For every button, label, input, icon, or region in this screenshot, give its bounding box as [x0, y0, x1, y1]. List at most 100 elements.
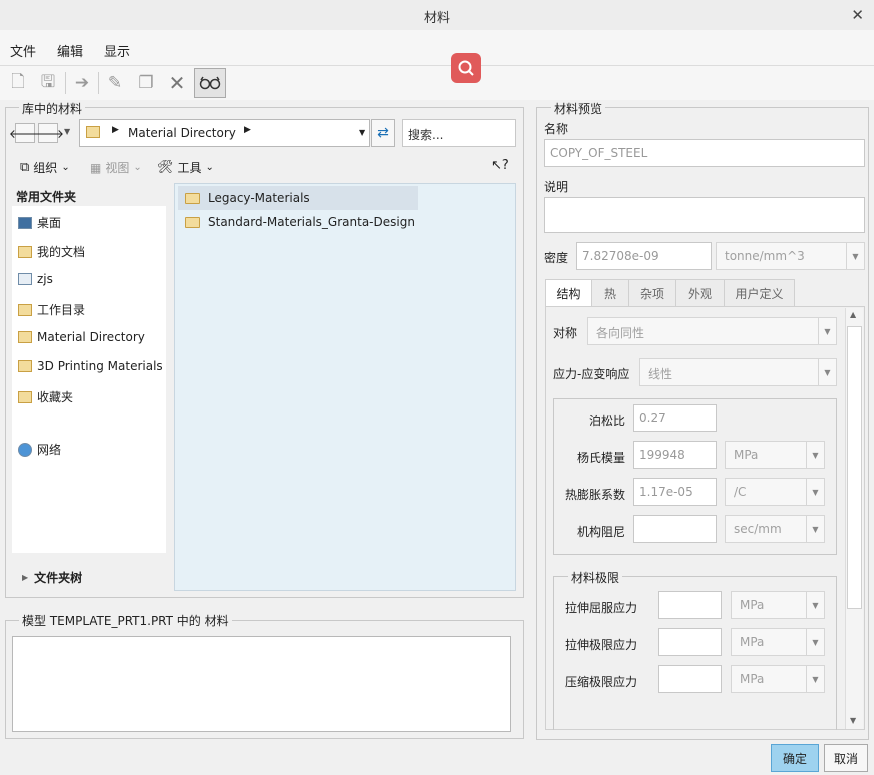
compressive-ultimate-unit: MPa	[740, 672, 765, 686]
search-icon[interactable]	[451, 53, 481, 83]
density-unit: tonne/mm^3	[725, 249, 805, 263]
tools-label: 工具	[177, 161, 202, 175]
tensile-ultimate-unit: MPa	[740, 635, 765, 649]
damping-unit-select[interactable]: sec/mm ▼	[725, 515, 825, 543]
history-dropdown-icon[interactable]: ▼	[64, 127, 70, 136]
file-list: Legacy-Materials Standard-Materials_Gran…	[174, 183, 516, 591]
description-field[interactable]	[544, 197, 865, 233]
sidebar-item-documents[interactable]: 我的文档	[18, 243, 85, 260]
tensile-ultimate-field[interactable]	[658, 628, 722, 656]
favorites-icon	[18, 390, 32, 403]
folder-icon	[185, 216, 200, 228]
sidebar-item-desktop[interactable]: 桌面	[18, 214, 61, 231]
sidebar-list: 桌面 我的文档 zjs 工作目录 Material Directory 3D P…	[12, 206, 166, 553]
cancel-button[interactable]: 取消	[824, 744, 868, 772]
tab-structural[interactable]: 结构	[545, 279, 592, 307]
folder-tree-toggle[interactable]: ▶ 文件夹树	[22, 569, 82, 586]
tab-misc[interactable]: 杂项	[628, 279, 676, 307]
file-row[interactable]: Standard-Materials_Granta-Design	[178, 210, 478, 234]
sidebar-item-network[interactable]: 网络	[18, 441, 61, 458]
tab-appearance[interactable]: 外观	[675, 279, 725, 307]
tab-thermal[interactable]: 热	[591, 279, 629, 307]
sidebar-item-workdir[interactable]: 工作目录	[18, 301, 85, 318]
menu-edit[interactable]: 编辑	[57, 41, 83, 60]
tab-user-defined[interactable]: 用户定义	[724, 279, 795, 307]
network-globe-icon	[18, 442, 32, 457]
sidebar-item-favorites[interactable]: 收藏夹	[18, 388, 73, 405]
scrollbar-thumb[interactable]	[847, 326, 862, 609]
delete-icon[interactable]: ✕	[163, 69, 191, 97]
close-icon[interactable]: ✕	[851, 6, 864, 24]
organize-label: 组织	[33, 161, 58, 175]
stress-strain-select[interactable]: 线性 ▼	[639, 358, 837, 386]
tensile-yield-unit-select[interactable]: MPa ▼	[731, 591, 825, 619]
sidebar-item-label: zjs	[37, 272, 53, 286]
description-label: 说明	[544, 180, 569, 194]
thermal-expansion-field[interactable]: 1.17e-05	[633, 478, 717, 506]
toolbar: 🗋 🖫 ➔ ✎ ❐ ✕	[0, 66, 874, 100]
file-name: Legacy-Materials	[208, 191, 310, 205]
tensile-ultimate-label: 拉伸极限应力	[565, 638, 638, 652]
menu-bar: 文件 编辑 显示	[0, 30, 874, 66]
damping-field[interactable]	[633, 515, 717, 543]
preview-glasses-icon[interactable]	[194, 68, 226, 98]
chevron-down-icon: ▼	[806, 592, 824, 618]
folder-location-icon	[86, 126, 100, 141]
density-value: 7.82708e-09	[582, 249, 659, 263]
file-row[interactable]: Legacy-Materials	[178, 186, 418, 210]
tools-button[interactable]: 🛠 工具 ⌄	[157, 159, 214, 176]
density-field[interactable]: 7.82708e-09	[576, 242, 712, 270]
library-group-title: 库中的材料	[19, 100, 86, 117]
sidebar-item-3d-printing[interactable]: 3D Printing Materials	[18, 359, 163, 373]
chevron-down-icon: ⌄	[61, 162, 70, 173]
chevron-down-icon: ▼	[806, 666, 824, 692]
toolbar-separator	[65, 72, 66, 94]
path-segment[interactable]: Material Directory	[128, 126, 236, 140]
save-icon[interactable]: 🖫	[34, 69, 62, 97]
tensile-yield-field[interactable]	[658, 591, 722, 619]
menu-file[interactable]: 文件	[10, 41, 36, 60]
panel-scrollbar[interactable]: ▲ ▼	[845, 308, 863, 729]
forward-icon[interactable]: 🡒	[32, 123, 64, 143]
thermal-expansion-value: 1.17e-05	[639, 485, 693, 499]
edit-pencil-icon[interactable]: ✎	[101, 69, 129, 97]
new-icon[interactable]: 🗋	[4, 69, 32, 97]
refresh-icon[interactable]: ⇄	[371, 119, 395, 147]
chevron-right-icon: ▶	[112, 125, 119, 135]
tensile-ultimate-unit-select[interactable]: MPa ▼	[731, 628, 825, 656]
view-button[interactable]: ▦ 视图 ⌄	[90, 159, 142, 176]
compressive-ultimate-field[interactable]	[658, 665, 722, 693]
help-cursor-icon[interactable]: ↖?	[491, 158, 509, 173]
poisson-field[interactable]: 0.27	[633, 404, 717, 432]
file-name: Standard-Materials_Granta-Design	[208, 215, 415, 229]
search-input[interactable]: 搜索...	[402, 119, 516, 147]
young-modulus-unit-select[interactable]: MPa ▼	[725, 441, 825, 469]
toolbar-separator	[98, 72, 99, 94]
compressive-ultimate-unit-select[interactable]: MPa ▼	[731, 665, 825, 693]
documents-icon	[18, 245, 32, 258]
expand-triangle-icon: ▶	[22, 573, 29, 582]
young-modulus-field[interactable]: 199948	[633, 441, 717, 469]
compressive-ultimate-label: 压缩极限应力	[565, 675, 638, 689]
path-dropdown-icon[interactable]: ▼	[359, 128, 365, 137]
arrow-right-icon[interactable]: ➔	[68, 69, 96, 97]
sidebar-item-zjs[interactable]: zjs	[18, 272, 53, 286]
name-field[interactable]: COPY_OF_STEEL	[544, 139, 865, 167]
scroll-up-icon[interactable]: ▲	[850, 310, 856, 319]
ok-button[interactable]: 确定	[771, 744, 819, 772]
model-materials-list[interactable]	[12, 636, 511, 732]
damping-unit: sec/mm	[734, 522, 782, 536]
scroll-down-icon[interactable]: ▼	[850, 716, 856, 725]
menu-view[interactable]: 显示	[104, 41, 130, 60]
name-value: COPY_OF_STEEL	[550, 146, 648, 160]
density-label: 密度	[544, 251, 569, 265]
thermal-expansion-unit-select[interactable]: /C ▼	[725, 478, 825, 506]
tensile-yield-label: 拉伸屈服应力	[565, 601, 638, 615]
organize-button[interactable]: ⧉ 组织 ⌄	[20, 159, 70, 176]
copy-icon[interactable]: ❐	[132, 69, 160, 97]
symmetry-select[interactable]: 各向同性 ▼	[587, 317, 837, 345]
sidebar-item-material-directory[interactable]: Material Directory	[18, 330, 145, 344]
path-bar[interactable]: ▶ Material Directory ▶ ▼	[79, 119, 370, 147]
chevron-down-icon: ▼	[818, 318, 836, 344]
density-unit-select[interactable]: tonne/mm^3 ▼	[716, 242, 865, 270]
